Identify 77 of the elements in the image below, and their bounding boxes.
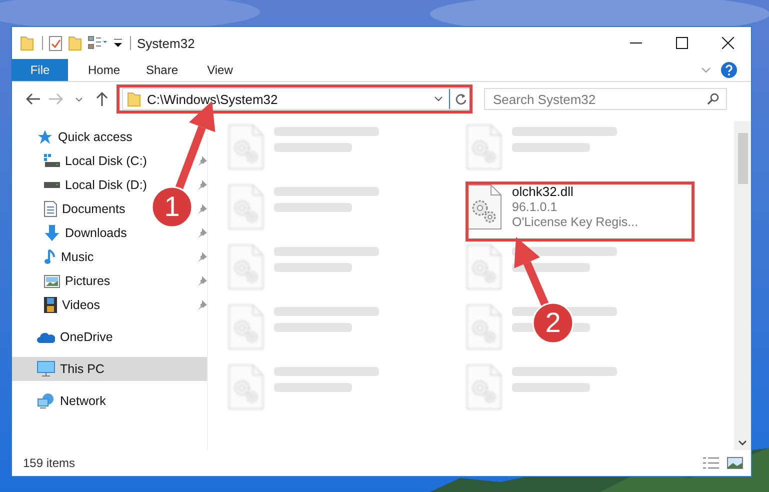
- forward-arrow-icon: [49, 93, 63, 105]
- document-icon: [44, 201, 57, 217]
- gear-file-icon: [466, 304, 502, 350]
- folder-icon: [127, 91, 141, 107]
- nav-item[interactable]: Local Disk (C:): [44, 151, 147, 171]
- properties-icon: [88, 36, 108, 50]
- pin-icon[interactable]: [197, 156, 207, 166]
- nav-item[interactable]: Documents: [44, 199, 126, 219]
- chevron-down-icon: [701, 67, 711, 73]
- step-number: 1: [163, 192, 181, 222]
- nav-item[interactable]: OneDrive: [37, 327, 113, 347]
- maximize-icon: [676, 37, 688, 49]
- folder-icon: [20, 35, 34, 51]
- gear-file-icon: [466, 124, 502, 170]
- film-icon: [44, 297, 57, 313]
- item-count: 159 items: [23, 456, 76, 470]
- up-arrow-icon: [96, 92, 108, 106]
- scrollbar-thumb[interactable]: [738, 133, 748, 184]
- close-icon: [722, 37, 734, 49]
- large-icons-view-button[interactable]: [727, 457, 743, 469]
- help-button[interactable]: [718, 59, 740, 81]
- nav-item[interactable]: Videos: [44, 295, 100, 315]
- cloud-icon: [37, 332, 55, 342]
- ribbon-tab[interactable]: View: [198, 59, 242, 81]
- nav-item[interactable]: Local Disk (D:): [44, 175, 147, 195]
- landscape-thumbnail-icon: [727, 457, 743, 469]
- monitor-icon: [37, 361, 55, 377]
- pin-icon[interactable]: [197, 228, 207, 238]
- ribbon-tab[interactable]: Home: [82, 59, 126, 81]
- gear-file-icon: [228, 244, 264, 290]
- chevron-down-icon: [75, 96, 83, 102]
- nav-item[interactable]: Music: [44, 247, 94, 267]
- gear-file-icon: [228, 304, 264, 350]
- help-icon: [721, 62, 737, 78]
- download-icon: [44, 225, 60, 241]
- gear-file-icon: [466, 244, 502, 290]
- scrollbar[interactable]: [734, 121, 751, 450]
- gear-file-icon: [228, 184, 264, 230]
- back-arrow-icon: [26, 93, 40, 105]
- picture-icon: [44, 274, 60, 288]
- folder-icon: [68, 35, 82, 51]
- gear-file-icon: [466, 184, 502, 230]
- chevron-down-icon: [434, 96, 443, 102]
- details-view-button[interactable]: [703, 457, 719, 469]
- dropdown-icon: [114, 38, 122, 48]
- star-icon: [37, 129, 53, 145]
- network-icon: [37, 393, 55, 409]
- address-bar[interactable]: C:\Windows\System32: [122, 88, 472, 110]
- nav-item[interactable]: Network: [37, 391, 106, 411]
- gear-file-icon: [466, 364, 502, 410]
- pin-icon[interactable]: [197, 300, 207, 310]
- pin-icon[interactable]: [197, 204, 207, 214]
- details-list-icon: [703, 457, 719, 469]
- drive-icon: [44, 154, 60, 168]
- refresh-icon: [454, 93, 466, 105]
- pin-icon[interactable]: [197, 252, 207, 262]
- file-detail: 96.1.0.1: [512, 200, 558, 214]
- ribbon-tab[interactable]: Share: [140, 59, 184, 81]
- file-tab[interactable]: File: [12, 59, 68, 81]
- checklist-icon: [49, 36, 62, 50]
- search-icon: [707, 93, 719, 105]
- search-field[interactable]: Search System32: [484, 88, 727, 110]
- gear-file-icon: [228, 124, 264, 170]
- pin-icon[interactable]: [197, 180, 207, 190]
- step-number: 2: [544, 308, 562, 338]
- nav-item[interactable]: Pictures: [44, 271, 110, 291]
- nav-item[interactable]: Quick access: [37, 127, 132, 147]
- nav-item[interactable]: This PC: [37, 359, 104, 379]
- drive-icon: [44, 181, 60, 189]
- nav-item[interactable]: Downloads: [44, 223, 127, 243]
- window-title: System32: [137, 36, 196, 50]
- pin-icon[interactable]: [197, 276, 207, 286]
- file-detail: O'License Key Regis...: [512, 215, 638, 229]
- music-note-icon: [44, 249, 56, 265]
- file-name: olchk32.dll: [512, 184, 574, 199]
- gear-file-icon: [228, 364, 264, 410]
- scroll-down-icon: [738, 440, 747, 446]
